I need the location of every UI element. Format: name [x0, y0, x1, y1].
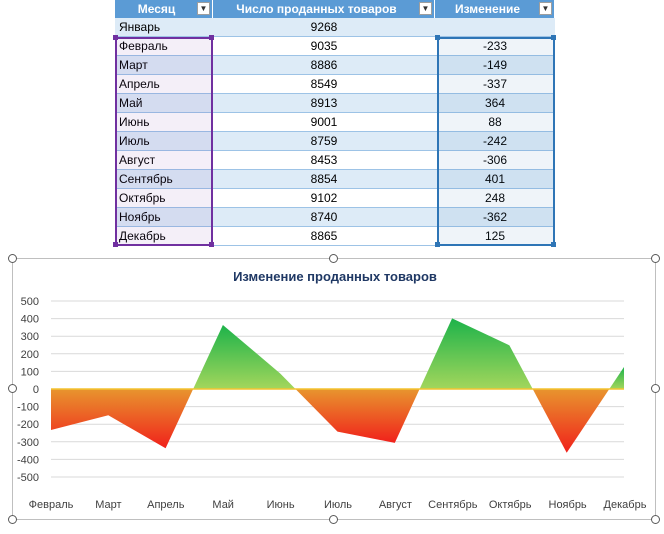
chart-area[interactable]: Изменение проданных товаров 500 400 300 200…: [12, 258, 656, 520]
x-tick-label: Ноябрь: [549, 499, 587, 511]
chevron-down-icon[interactable]: ▼: [419, 2, 432, 15]
header-sold[interactable]: Число проданных товаров ▼: [213, 0, 435, 18]
resize-handle-top[interactable]: [329, 254, 338, 263]
positive-area-segment[interactable]: [609, 367, 624, 389]
sold-cell[interactable]: 8854: [213, 170, 435, 189]
sold-cell[interactable]: 9268: [213, 18, 435, 37]
change-cell[interactable]: [435, 18, 555, 37]
y-tick-label: 300: [21, 331, 39, 343]
header-month-label: Месяц: [137, 2, 176, 16]
x-tick-label: Июль: [324, 499, 352, 511]
selection-handle[interactable]: [113, 242, 118, 247]
selection-handle[interactable]: [435, 242, 440, 247]
resize-handle-bottom-left[interactable]: [8, 515, 17, 524]
y-tick-label: -500: [17, 472, 39, 484]
resize-handle-bottom-right[interactable]: [651, 515, 660, 524]
selected-month-range[interactable]: [115, 37, 213, 246]
resize-handle-bottom[interactable]: [329, 515, 338, 524]
month-cell[interactable]: Январь: [115, 18, 213, 37]
table-header-row: Месяц ▼ Число проданных товаров ▼ Измене…: [115, 0, 555, 18]
selection-handle[interactable]: [209, 35, 214, 40]
x-tick-label: Август: [379, 499, 412, 511]
x-tick-label: Апрель: [147, 499, 185, 511]
sold-cell[interactable]: 9035: [213, 37, 435, 56]
negative-area-segment[interactable]: [51, 389, 194, 449]
sold-cell[interactable]: 8913: [213, 94, 435, 113]
resize-handle-right[interactable]: [651, 384, 660, 393]
positive-area-segment[interactable]: [193, 324, 296, 389]
x-tick-label: Март: [95, 499, 121, 511]
selection-handle[interactable]: [209, 242, 214, 247]
header-sold-label: Число проданных товаров: [236, 2, 397, 16]
negative-area-segment[interactable]: [532, 389, 610, 453]
sold-cell[interactable]: 8759: [213, 132, 435, 151]
header-change[interactable]: Изменение ▼: [435, 0, 555, 18]
sold-cell[interactable]: 8886: [213, 56, 435, 75]
header-month[interactable]: Месяц ▼: [115, 0, 213, 18]
sold-cell[interactable]: 9102: [213, 189, 435, 208]
selection-handle[interactable]: [435, 35, 440, 40]
y-tick-label: 100: [21, 366, 39, 378]
y-tick-label: -200: [17, 419, 39, 431]
x-tick-label: Декабрь: [604, 499, 647, 511]
resize-handle-top-left[interactable]: [8, 254, 17, 263]
y-tick-label: -400: [17, 454, 39, 466]
x-tick-label: Июнь: [267, 499, 295, 511]
x-tick-label: Октябрь: [489, 499, 532, 511]
header-change-label: Изменение: [454, 2, 521, 16]
resize-handle-top-right[interactable]: [651, 254, 660, 263]
table-row: Январь 9268: [115, 18, 555, 37]
resize-handle-left[interactable]: [8, 384, 17, 393]
chevron-down-icon[interactable]: ▼: [197, 2, 210, 15]
selected-change-range[interactable]: [437, 37, 555, 246]
y-tick-label: 0: [33, 384, 39, 396]
y-tick-label: 400: [21, 314, 39, 326]
chevron-down-icon[interactable]: ▼: [539, 2, 552, 15]
chart-title: Изменение проданных товаров: [233, 269, 437, 284]
x-tick-label: Сентябрь: [428, 499, 478, 511]
x-tick-label: Февраль: [29, 499, 74, 511]
change-area-chart: Изменение проданных товаров 500 400 300 200…: [17, 269, 647, 511]
negative-area-segment[interactable]: [295, 389, 420, 443]
y-tick-label: 200: [21, 349, 39, 361]
x-tick-label: Май: [212, 499, 234, 511]
y-tick-label: -100: [17, 402, 39, 414]
y-tick-label: 500: [21, 296, 39, 308]
selection-handle[interactable]: [113, 35, 118, 40]
sold-cell[interactable]: 8740: [213, 208, 435, 227]
sold-cell[interactable]: 8549: [213, 75, 435, 94]
y-tick-label: -300: [17, 437, 39, 449]
sold-cell[interactable]: 8453: [213, 151, 435, 170]
sold-cell[interactable]: 8865: [213, 227, 435, 246]
selection-handle[interactable]: [551, 35, 556, 40]
selection-handle[interactable]: [551, 242, 556, 247]
sold-cell[interactable]: 9001: [213, 113, 435, 132]
